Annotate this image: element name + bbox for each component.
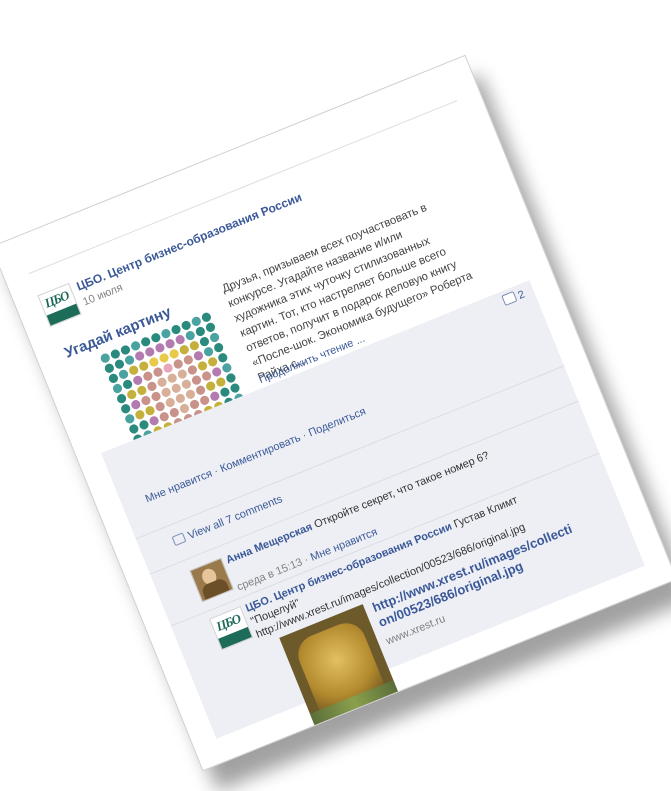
thumbnail-dot [185, 330, 195, 341]
thumbnail-dot [203, 347, 214, 357]
thumbnail-dot [135, 351, 145, 361]
thumbnail-dot [191, 375, 202, 385]
thumbnail-dot [169, 408, 179, 418]
thumbnail-dot [230, 383, 240, 393]
thumbnail-dot [197, 361, 208, 371]
thumbnail-dot [171, 324, 181, 335]
thumbnail-dot [120, 345, 131, 355]
thumbnail-dot [141, 395, 151, 406]
thumbnail-dot [222, 363, 232, 373]
thumbnail-dot [173, 359, 183, 369]
thumbnail-dot [127, 389, 137, 400]
thumbnail-dot [137, 385, 147, 396]
thumbnail-dot [131, 400, 141, 410]
thumbnail-dot [108, 373, 118, 383]
thumbnail-dot [209, 332, 220, 343]
thumbnail-dot [208, 357, 218, 367]
thumbnail-dot [183, 355, 193, 365]
thumbnail-dot [135, 410, 145, 420]
thumbnail-dot [181, 320, 191, 331]
page-logo[interactable]: ЦБО [37, 282, 82, 328]
thumbnail-dot [125, 414, 135, 424]
thumbnail-dot [189, 341, 199, 351]
thumbnail-dot [220, 387, 230, 397]
thumbnail-dot [123, 379, 133, 389]
thumbnail-dot [159, 412, 169, 422]
thumbnail-dot [218, 353, 228, 363]
thumbnail-dot [175, 335, 185, 345]
thumbnail-dot [145, 406, 155, 416]
thumbnail-dot [169, 349, 179, 359]
thumbnail-dot [139, 361, 149, 371]
thumbnail-dot [147, 381, 157, 391]
thumbnail-dot [179, 403, 190, 414]
thumbnail-dot [199, 337, 210, 347]
thumbnail-dot [210, 391, 220, 401]
thumbnail-dot [163, 363, 173, 373]
facebook-post-card: ЦБО ЦБО. Центр бизнес-образования России… [0, 54, 671, 772]
thumbnail-dot [201, 312, 211, 322]
thumbnail-dot [151, 333, 161, 343]
thumbnail-dot [179, 345, 189, 355]
thumbnail-dot [149, 416, 159, 426]
thumbnail-dot [100, 353, 110, 363]
thumbnail-dot [165, 397, 175, 408]
thumbnail-dot [153, 367, 163, 377]
thumbnail-dot [226, 373, 236, 383]
thumbnail-dot [129, 365, 139, 375]
thumbnail-dot [110, 349, 120, 359]
thumbnail-dot [157, 377, 167, 387]
thumbnail-dot [145, 347, 155, 357]
thumbnail-dot [161, 387, 171, 397]
thumbnail-dot [129, 424, 139, 434]
thumbnail-dot [139, 420, 149, 430]
thumbnail-dot [143, 371, 153, 381]
thumbnail-dot [181, 379, 191, 389]
thumbnail-dot [175, 393, 185, 403]
thumbnail-dot [114, 359, 125, 369]
thumbnail-dot [200, 395, 210, 405]
thumbnail-dot [112, 383, 123, 394]
thumbnail-dot [212, 367, 222, 377]
thumbnail-dot [205, 322, 216, 332]
thumbnail-dot [195, 326, 205, 337]
thumbnail-dot [104, 363, 114, 373]
thumbnail-dot [155, 343, 165, 353]
thumbnail-dot [149, 357, 159, 367]
thumbnail-dot [151, 391, 161, 402]
thumbnail-dot [118, 369, 129, 379]
thumbnail-dot [171, 383, 181, 393]
thumbnail-dot [202, 371, 212, 381]
thumbnail-dot [177, 369, 187, 379]
thumbnail-dot [195, 385, 206, 395]
thumbnail-dot [141, 337, 151, 347]
thumbnail-dot [159, 353, 169, 363]
comment-count[interactable]: 2 [501, 288, 527, 308]
thumbnail-dot [131, 341, 141, 351]
thumbnail-dot [216, 377, 226, 387]
thumbnail-dot [124, 355, 135, 365]
thumbnail-dot [185, 389, 196, 399]
thumbnail-dot [214, 343, 224, 353]
comment-bubble-icon [501, 290, 518, 307]
thumbnail-dot [117, 394, 127, 404]
thumbnail-dot [121, 404, 131, 414]
thumbnail-dot [165, 339, 175, 349]
thumbnail-dot [155, 402, 165, 412]
thumbnail-dot [133, 375, 143, 385]
thumbnail-dot [193, 351, 204, 361]
thumbnail-dot [189, 399, 200, 410]
thumbnail-dot [187, 365, 197, 375]
thumbnail-dot [206, 381, 216, 391]
thumbnail-dot [167, 373, 177, 383]
thumbnail-dot [191, 316, 201, 326]
thumbnail-dot [161, 329, 171, 339]
